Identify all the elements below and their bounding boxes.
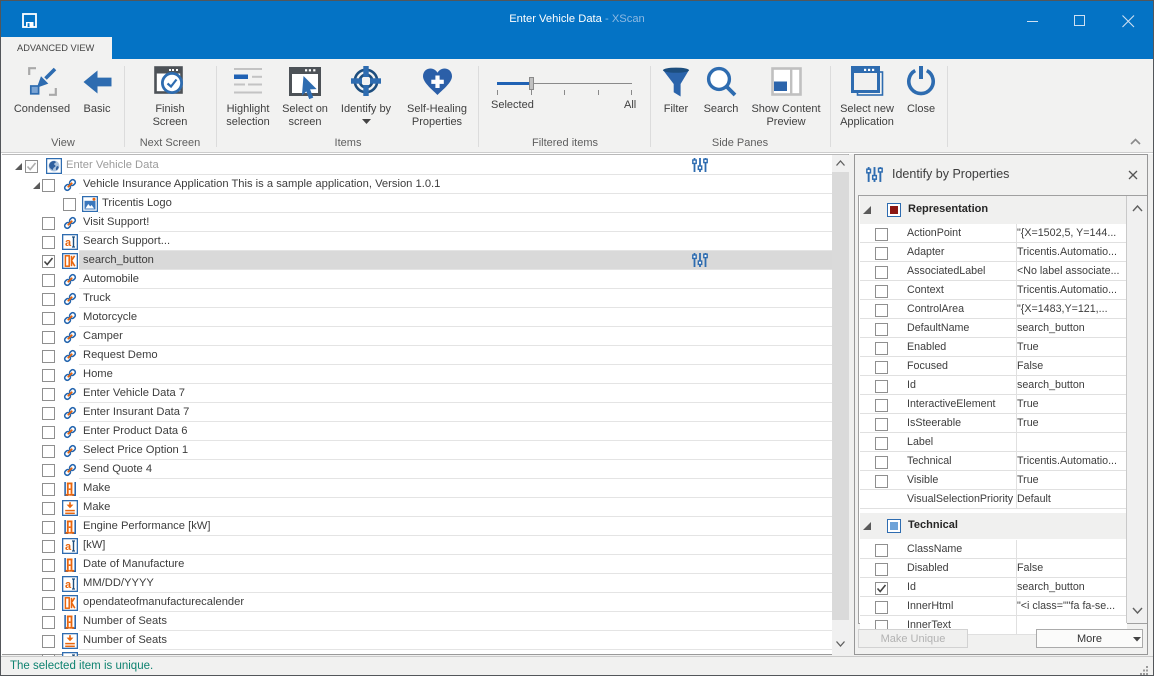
svg-text:a: a [65,237,72,249]
svg-text:a: a [65,579,72,591]
svg-text:a: a [65,541,72,553]
